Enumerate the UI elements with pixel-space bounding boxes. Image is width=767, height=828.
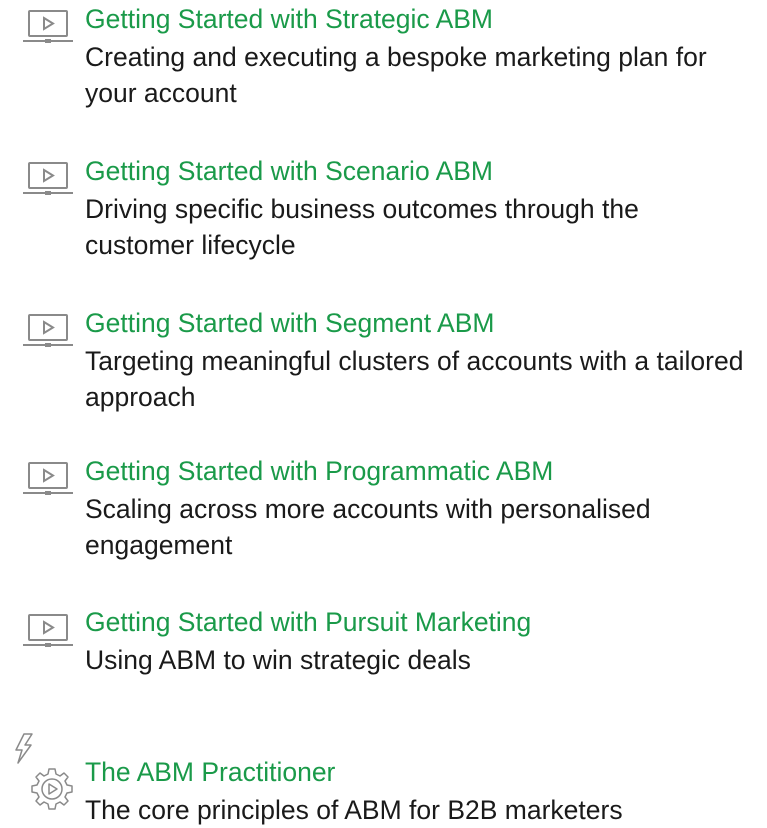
video-screen-icon (22, 461, 74, 499)
course-list: Getting Started with Strategic ABM Creat… (0, 0, 767, 825)
course-title-link[interactable]: Getting Started with Segment ABM (85, 305, 745, 341)
course-description: Using ABM to win strategic deals (85, 645, 471, 675)
video-screen-icon (22, 161, 74, 199)
course-description: Creating and executing a bespoke marketi… (85, 42, 707, 108)
course-title-link[interactable]: Getting Started with Strategic ABM (85, 1, 745, 37)
lightning-gear-icon (14, 732, 76, 810)
course-title-link[interactable]: The ABM Practitioner (85, 754, 745, 790)
course-description: Scaling across more accounts with person… (85, 494, 651, 560)
course-description: Driving specific business outcomes throu… (85, 194, 639, 260)
course-title-link[interactable]: Getting Started with Programmatic ABM (85, 453, 745, 489)
course-description: The core principles of ABM for B2B marke… (85, 795, 623, 825)
video-screen-icon (22, 613, 74, 651)
course-title-link[interactable]: Getting Started with Scenario ABM (85, 153, 745, 189)
course-description: Targeting meaningful clusters of account… (85, 346, 744, 412)
video-screen-icon (22, 9, 74, 47)
video-screen-icon (22, 313, 74, 351)
course-title-link[interactable]: Getting Started with Pursuit Marketing (85, 604, 745, 640)
